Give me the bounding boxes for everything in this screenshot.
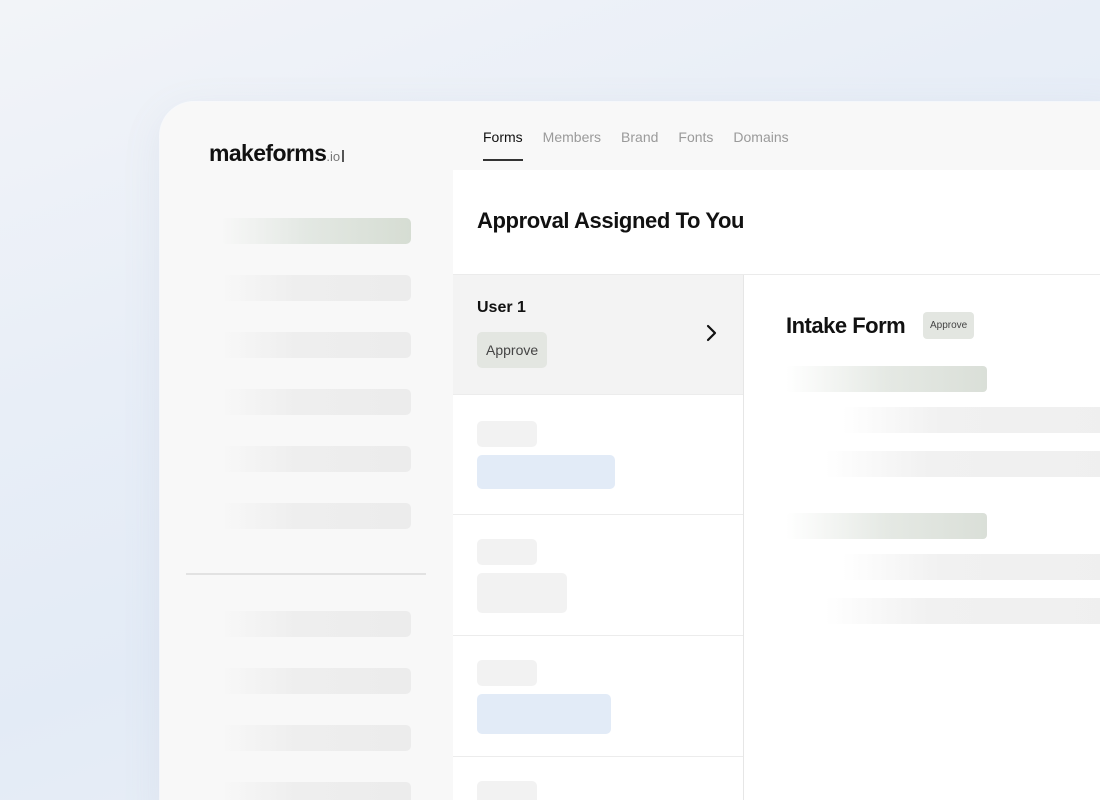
approval-row-placeholder[interactable] <box>453 515 743 636</box>
sidebar-item-placeholder[interactable] <box>220 611 411 637</box>
tab-forms[interactable]: Forms <box>483 129 523 161</box>
row-title-placeholder <box>477 781 537 800</box>
tab-brand[interactable]: Brand <box>621 129 658 161</box>
sidebar-item-placeholder[interactable] <box>220 389 411 415</box>
approval-row-placeholder[interactable] <box>453 395 743 515</box>
row-title-placeholder <box>477 660 537 686</box>
approval-row-placeholder[interactable] <box>453 636 743 757</box>
row-title-placeholder <box>477 539 537 565</box>
page-title: Approval Assigned To You <box>477 208 745 233</box>
field-value-placeholder <box>842 407 1100 433</box>
tab-members[interactable]: Members <box>543 129 601 161</box>
status-badge: Approve <box>477 332 548 368</box>
app-window: makeforms.io Forms Members Brand Fonts D… <box>160 102 1100 800</box>
field-value-placeholder <box>825 451 1100 477</box>
detail-panel: Intake Form Approve <box>745 275 1100 800</box>
sidebar-item-placeholder[interactable] <box>220 782 411 800</box>
brand-name: makeforms <box>209 140 327 166</box>
sidebar-item-placeholder[interactable] <box>220 332 411 358</box>
sidebar-item-placeholder[interactable] <box>220 275 411 301</box>
sidebar-item-placeholder[interactable] <box>220 725 411 751</box>
field-label-placeholder <box>786 513 987 539</box>
text-cursor <box>342 150 345 162</box>
top-nav-tabs: Forms Members Brand Fonts Domains <box>483 129 789 161</box>
approval-row-selected[interactable]: User 1 Approve <box>453 275 743 395</box>
brand-tld: .io <box>326 149 341 164</box>
sidebar-item-active-placeholder[interactable] <box>220 218 411 244</box>
brand-logo[interactable]: makeforms.io <box>209 140 345 167</box>
field-value-placeholder <box>842 554 1100 580</box>
form-title: Intake Form <box>786 313 906 338</box>
sidebar: makeforms.io <box>160 102 453 800</box>
sidebar-item-placeholder[interactable] <box>220 668 411 694</box>
sidebar-item-placeholder[interactable] <box>220 446 411 472</box>
tab-domains[interactable]: Domains <box>733 129 788 161</box>
sidebar-item-placeholder[interactable] <box>220 503 411 529</box>
approval-user-name: User 1 <box>477 299 526 316</box>
row-title-placeholder <box>477 421 537 447</box>
field-value-placeholder <box>825 598 1100 624</box>
row-badge-placeholder <box>477 455 615 489</box>
row-badge-placeholder <box>477 694 611 734</box>
approval-list: User 1 Approve <box>453 275 744 800</box>
chevron-right-icon[interactable] <box>705 323 717 343</box>
row-badge-placeholder <box>477 573 567 613</box>
main-panel: Approval Assigned To You User 1 Approve <box>453 170 1100 800</box>
form-status-badge: Approve <box>923 312 975 339</box>
tab-fonts[interactable]: Fonts <box>678 129 713 161</box>
approval-row-placeholder[interactable] <box>453 757 743 800</box>
sidebar-divider <box>186 573 426 575</box>
field-label-placeholder <box>786 366 987 392</box>
